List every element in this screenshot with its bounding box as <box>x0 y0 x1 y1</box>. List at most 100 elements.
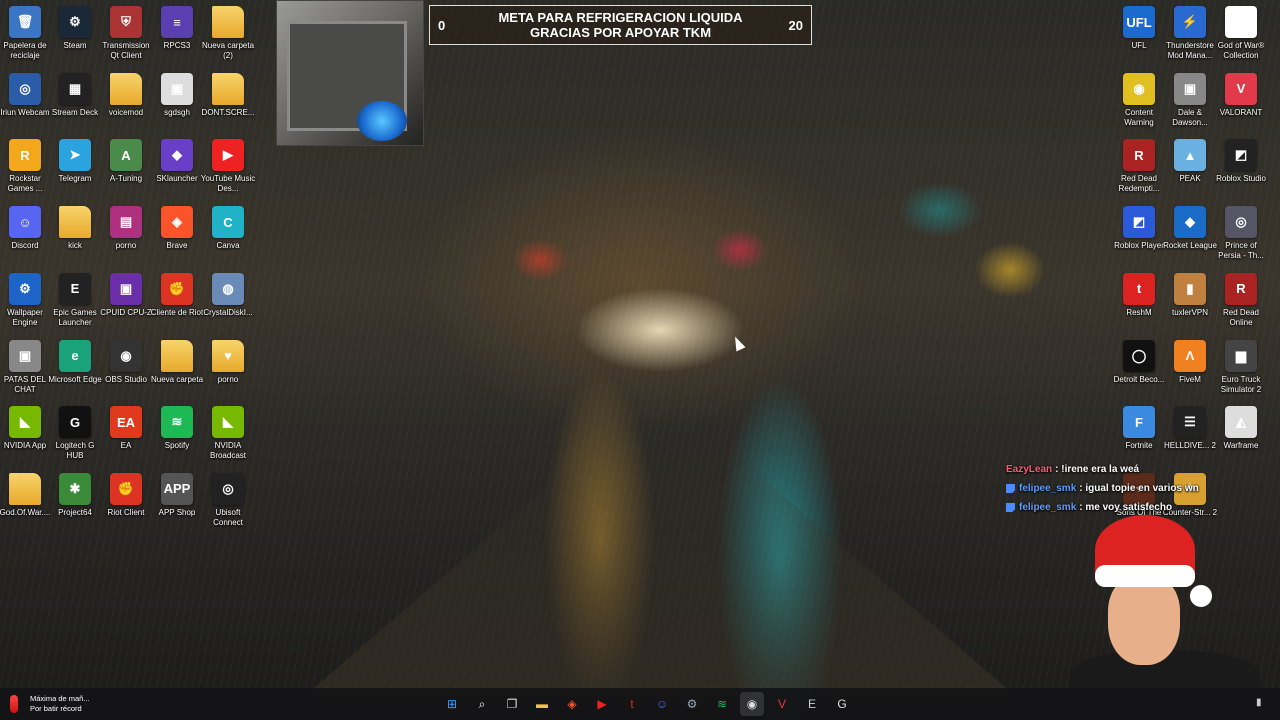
desktop-icon-label: A-Tuning <box>109 174 143 184</box>
reshm-icon: t <box>1123 272 1155 305</box>
desktop-icon[interactable]: ⚙ Wallpaper Engine <box>0 272 50 328</box>
desktop-icon[interactable]: ▣ PATAS DEL CHAT <box>0 339 50 395</box>
desktop-icon[interactable]: R Red Dead Redempti... <box>1114 139 1164 194</box>
desktop-icon[interactable]: ▲ PEAK <box>1165 139 1215 184</box>
desktop-icon[interactable]: EA EA <box>101 406 151 451</box>
desktop-icon[interactable]: ◎ Iriun Webcam <box>0 72 50 118</box>
folder-icon <box>212 6 244 38</box>
desktop-icon[interactable]: R Red Dead Online <box>1216 272 1266 328</box>
desktop-icon[interactable]: Nueva carpeta (2) <box>202 6 254 61</box>
desktop-icon[interactable]: God of War® Collection <box>1216 6 1266 61</box>
chat-text: !irene era la weá <box>1061 464 1140 475</box>
desktop-icon[interactable]: C Canva <box>203 206 253 251</box>
desktop-icon[interactable]: ➤ Telegram <box>50 139 100 184</box>
desktop-icon[interactable]: ▣ CPUID CPU-Z <box>100 272 152 318</box>
goal-target: 20 <box>788 17 803 33</box>
desktop-icon[interactable]: ⚡ Thunderstore Mod Mana... <box>1165 6 1215 61</box>
desktop-icon[interactable]: ⛨ Transmission Qt Client <box>101 6 151 61</box>
canva-icon: C <box>212 206 244 239</box>
weather-line-1: Máxima de mañ... <box>30 694 90 703</box>
desktop-icon[interactable]: DONT.SCRE... <box>202 72 254 118</box>
desktop-icon-label: Cliente de Riot <box>150 307 204 317</box>
desktop-icon[interactable]: ◍ CrystalDiskI... <box>203 272 253 318</box>
desktop-icon[interactable]: E Epic Games Launcher <box>50 272 100 328</box>
desktop-icon[interactable]: voicemod <box>101 72 151 118</box>
desktop-icon[interactable]: ▣ Dale & Dawson... <box>1165 72 1215 128</box>
epic-games-icon[interactable]: E <box>800 692 824 716</box>
steam-icon[interactable]: ⚙ <box>680 692 704 716</box>
desktop-icon[interactable]: ⚙ Steam <box>50 6 100 51</box>
desktop-icon-label: Dale & Dawson... <box>1172 107 1208 127</box>
desktop-icon[interactable]: t ReshM <box>1114 272 1164 318</box>
desktop-icon[interactable]: ◣ NVIDIA Broadcast <box>203 406 253 461</box>
desktop-icon[interactable]: kick <box>50 206 100 251</box>
desktop-icon[interactable]: ☺ Discord <box>0 206 50 251</box>
desktop-icon[interactable]: ☰ HELLDIVE... 2 <box>1164 406 1216 451</box>
desktop-icon-label: Ubisoft Connect <box>213 507 243 527</box>
spotify-icon[interactable]: ≋ <box>710 692 734 716</box>
desktop-icon[interactable]: ◭ Warframe <box>1216 406 1266 451</box>
weather-widget[interactable]: Máxima de mañ... Por batir récord <box>10 688 90 720</box>
desktop-icon[interactable]: ▦ Stream Deck <box>50 72 100 118</box>
youtube-music-icon[interactable]: ▶ <box>590 692 614 716</box>
desktop-icon[interactable]: ▶ YouTube Music Des... <box>201 139 255 194</box>
desktop-icon[interactable]: G Logitech G HUB <box>50 406 100 461</box>
desktop-icon[interactable]: ▮ tuxlerVPN <box>1165 272 1215 318</box>
desktop-icon-label: Riot Client <box>107 507 145 517</box>
desktop-icon[interactable]: Λ FiveM <box>1165 339 1215 385</box>
recycle-bin-icon: 🗑 <box>9 6 41 38</box>
desktop-icon[interactable]: A A-Tuning <box>101 139 151 184</box>
desktop-icon[interactable]: ≡ RPCS3 <box>152 6 202 51</box>
discord-icon[interactable]: ☺ <box>650 692 674 716</box>
desktop-icon[interactable]: ◆ SKlauncher <box>152 139 202 184</box>
tiktok-app-icon[interactable]: t <box>620 692 644 716</box>
desktop-icon[interactable]: APP APP Shop <box>152 472 202 518</box>
desktop-icon[interactable]: F Fortnite <box>1114 406 1164 451</box>
desktop-icon[interactable]: ▣ sgdsgh <box>152 72 202 118</box>
valorant-icon[interactable]: V <box>770 692 794 716</box>
thunderstore-icon: ⚡ <box>1174 6 1206 38</box>
content-warning-icon: ◉ <box>1123 72 1155 105</box>
logitech-icon[interactable]: G <box>830 692 854 716</box>
desktop-icon[interactable]: Nueva carpeta <box>151 339 203 385</box>
desktop-icon[interactable]: ◈ Brave <box>152 206 202 251</box>
desktop-icon[interactable]: ◎ Ubisoft Connect <box>203 472 253 528</box>
folder-icon <box>212 72 244 105</box>
desktop-icon[interactable]: ▤ porno <box>101 206 151 251</box>
file-explorer-icon[interactable]: ▬ <box>530 692 554 716</box>
search-icon[interactable]: ⌕ <box>470 692 494 716</box>
desktop-icon[interactable]: ✊ Cliente de Riot <box>150 272 204 318</box>
brave-icon[interactable]: ◈ <box>560 692 584 716</box>
desktop-icon[interactable]: ≋ Spotify <box>152 406 202 451</box>
desktop-icon-label: Fortnite <box>1125 441 1153 451</box>
desktop-icon[interactable]: R Rockstar Games ... <box>0 139 50 194</box>
desktop-icon[interactable]: ◯ Detroit Beco... <box>1114 339 1164 385</box>
folder-icon: ♥ <box>212 339 244 372</box>
desktop-icon-label: Red Dead Online <box>1222 307 1260 327</box>
avatar-face <box>1108 575 1180 665</box>
obs-icon[interactable]: ◉ <box>740 692 764 716</box>
desktop-icon[interactable]: God.Of.War.... <box>0 472 50 518</box>
desktop-icon-label: Microsoft Edge <box>48 374 102 384</box>
desktop-icon[interactable]: UFL UFL <box>1114 6 1164 51</box>
desktop-icon[interactable]: ✊ Riot Client <box>101 472 151 518</box>
task-view-icon[interactable]: ❐ <box>500 692 524 716</box>
desktop-icon-label: PEAK <box>1179 174 1201 184</box>
desktop-icon[interactable]: e Microsoft Edge <box>48 339 102 385</box>
desktop-icon[interactable]: ◩ Roblox Studio <box>1216 139 1266 184</box>
show-desktop-icon[interactable]: ▮ <box>1256 697 1268 709</box>
desktop-icon[interactable]: ▆ Euro Truck Simulator 2 <box>1216 339 1266 395</box>
desktop-icon[interactable]: ♥ porno <box>203 339 253 385</box>
desktop-icon[interactable]: ✱ Project64 <box>50 472 100 518</box>
desktop-icon[interactable]: ◉ OBS Studio <box>101 339 151 385</box>
desktop-icon[interactable]: 🗑 Papelera de reciclaje <box>0 6 50 61</box>
desktop-icon[interactable]: ◩ Roblox Player <box>1114 206 1164 251</box>
desktop-icon[interactable]: ◆ Rocket League <box>1163 206 1217 251</box>
desktop-icon[interactable]: ◣ NVIDIA App <box>0 406 50 451</box>
windows-start-icon[interactable]: ⊞ <box>440 692 464 716</box>
desktop-icon[interactable]: V VALORANT <box>1216 72 1266 118</box>
rockstar-icon: R <box>9 139 41 172</box>
desktop-icon[interactable]: ◎ Prince of Persia - Th... <box>1216 206 1266 261</box>
desktop-icon[interactable]: ◉ Content Warning <box>1114 72 1164 128</box>
desktop-icon-label: voicemod <box>108 107 144 117</box>
